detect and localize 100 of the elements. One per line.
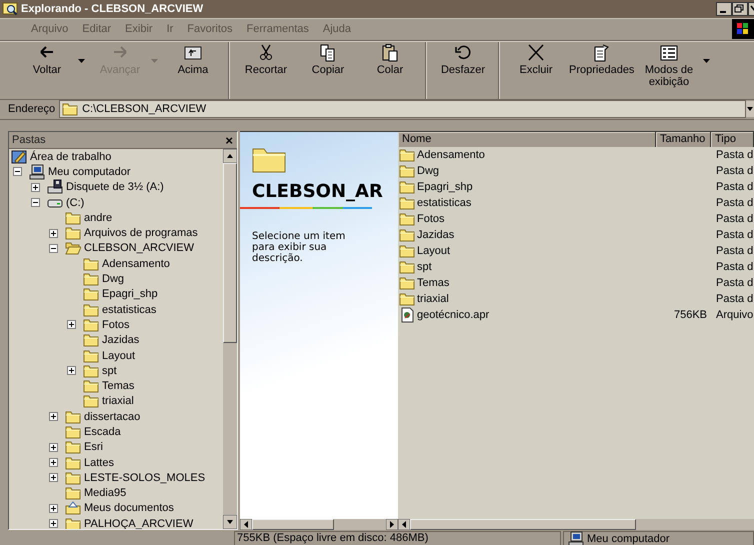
tree-item[interactable]: Epagri_shp — [102, 288, 158, 300]
file-name[interactable]: Epagri_shp — [417, 181, 473, 193]
expand-button[interactable] — [67, 320, 76, 330]
expand-button[interactable] — [31, 182, 40, 192]
expand-button[interactable] — [49, 458, 58, 468]
tree-item[interactable]: CLEBSON_ARCVIEW — [84, 242, 194, 254]
toolbar-button[interactable]: Voltar — [16, 42, 78, 78]
toolbar-button[interactable]: Modos de exibição — [635, 42, 703, 90]
folder-icon — [83, 256, 99, 272]
column-header[interactable]: Nome — [398, 132, 656, 147]
collapse-button[interactable] — [13, 167, 22, 176]
tree-item[interactable]: Media95 — [84, 487, 126, 500]
paste-icon — [381, 44, 399, 62]
scroll-right-button[interactable] — [386, 519, 398, 530]
folder-icon — [83, 362, 99, 379]
tree-item[interactable]: Área de trabalho — [30, 150, 112, 163]
file-name[interactable]: geotécnico.apr — [417, 309, 490, 321]
folder-icon — [399, 259, 415, 275]
tree-item[interactable]: Layout — [102, 350, 136, 362]
toolbar-button[interactable]: Copiar — [297, 42, 359, 78]
tree-item[interactable]: Dwg — [102, 273, 124, 286]
tree-item[interactable]: Escada — [84, 426, 121, 438]
folder-icon — [399, 243, 415, 259]
column-header[interactable]: Tipo — [711, 132, 754, 147]
tree-item[interactable]: Lattes — [84, 456, 114, 469]
tree-item[interactable]: spt — [102, 364, 117, 377]
tree-item[interactable]: PALHOÇA_ARCVIEW — [84, 518, 194, 529]
tree-item[interactable]: Jazidas — [102, 334, 140, 346]
toolbar-button[interactable]: Propriedades — [567, 42, 635, 78]
tree-item[interactable]: andre — [84, 212, 112, 224]
expand-button[interactable] — [49, 504, 58, 513]
folder-icon — [65, 439, 81, 456]
dropdown-caret-icon[interactable] — [703, 58, 710, 63]
tree-item[interactable]: Meus documentos — [84, 502, 174, 514]
scroll-left-button[interactable] — [240, 519, 252, 530]
toolbar-button[interactable]: Excluir — [505, 42, 567, 78]
expand-button[interactable] — [49, 442, 58, 452]
toolbar-button[interactable]: Colar — [359, 42, 421, 78]
expand-button[interactable] — [49, 228, 58, 238]
folder-icon — [65, 454, 81, 471]
folder-icon — [83, 332, 99, 348]
file-name[interactable]: Fotos — [417, 213, 445, 225]
toolbar-button[interactable]: Recortar — [235, 42, 297, 78]
folder-icon — [83, 316, 99, 333]
toolbar-button[interactable]: Acima — [162, 42, 224, 78]
tree-item[interactable]: (C:) — [66, 196, 84, 209]
folder-icon — [62, 101, 78, 118]
tree-item[interactable]: Esri — [84, 441, 103, 454]
tree-item[interactable]: Meu computador — [48, 166, 131, 178]
file-name[interactable]: Dwg — [417, 165, 440, 177]
tree-item[interactable]: dissertacao — [84, 410, 140, 423]
minimize-button[interactable] — [716, 2, 732, 16]
scroll-up-button[interactable] — [223, 149, 237, 163]
tree-item[interactable]: Temas — [102, 380, 134, 392]
file-name[interactable]: Temas — [417, 277, 450, 289]
file-name[interactable]: triaxial — [417, 293, 449, 305]
dropdown-caret-icon[interactable] — [78, 58, 85, 63]
file-type: Pasta d — [716, 149, 754, 161]
tree-item[interactable]: LESTE-SOLOS_MOLES — [84, 472, 206, 484]
scroll-left-button[interactable] — [398, 519, 410, 530]
window-title: Explorando - CLEBSON_ARCVIEW — [21, 2, 204, 15]
collapse-button[interactable] — [49, 244, 58, 253]
tree-item[interactable]: Fotos — [102, 318, 130, 331]
folder-icon — [65, 225, 81, 242]
folder-icon — [399, 163, 415, 179]
expand-button[interactable] — [49, 473, 58, 482]
file-name[interactable]: estatisticas — [417, 197, 472, 209]
expand-button[interactable] — [67, 366, 76, 376]
column-header[interactable]: Tamanho — [656, 132, 711, 147]
close-pane-button[interactable]: × — [225, 132, 233, 148]
file-name[interactable]: spt — [417, 261, 432, 273]
properties-icon — [592, 44, 610, 62]
tree-item[interactable]: Adensamento — [102, 258, 170, 270]
expand-button[interactable] — [49, 519, 58, 528]
address-label: Endereço — [8, 103, 56, 116]
file-type: Pasta d — [716, 197, 754, 209]
copy-icon — [319, 44, 337, 62]
folder-title: CLEBSON_AR — [252, 181, 383, 202]
toolbar-button[interactable]: Desfazer — [432, 42, 494, 78]
file-name[interactable]: Layout — [417, 245, 450, 257]
close-button[interactable] — [748, 2, 754, 16]
dropdown-button[interactable] — [746, 101, 754, 118]
floppy-drive-icon — [47, 179, 63, 196]
tree-item[interactable]: triaxial — [102, 395, 134, 408]
folder-icon — [65, 424, 81, 440]
file-name[interactable]: Jazidas — [417, 229, 454, 241]
windows-logo-icon — [735, 22, 751, 36]
status-location: Meu computador — [587, 532, 670, 544]
collapse-button[interactable] — [31, 198, 40, 208]
scroll-down-button[interactable] — [223, 515, 237, 529]
tree-item[interactable]: estatisticas — [102, 304, 156, 316]
file-name[interactable]: Adensamento — [417, 149, 485, 161]
address-field[interactable]: C:\CLEBSON_ARCVIEW — [59, 100, 746, 118]
tree-item[interactable]: Disquete de 3½ (A:) — [66, 181, 164, 194]
expand-button[interactable] — [49, 412, 58, 422]
explorer-icon — [2, 0, 18, 17]
file-size: 756KB — [674, 309, 707, 321]
file-type: Pasta d — [716, 277, 754, 289]
scissors-icon — [257, 44, 275, 62]
tree-item[interactable]: Arquivos de programas — [84, 227, 198, 240]
